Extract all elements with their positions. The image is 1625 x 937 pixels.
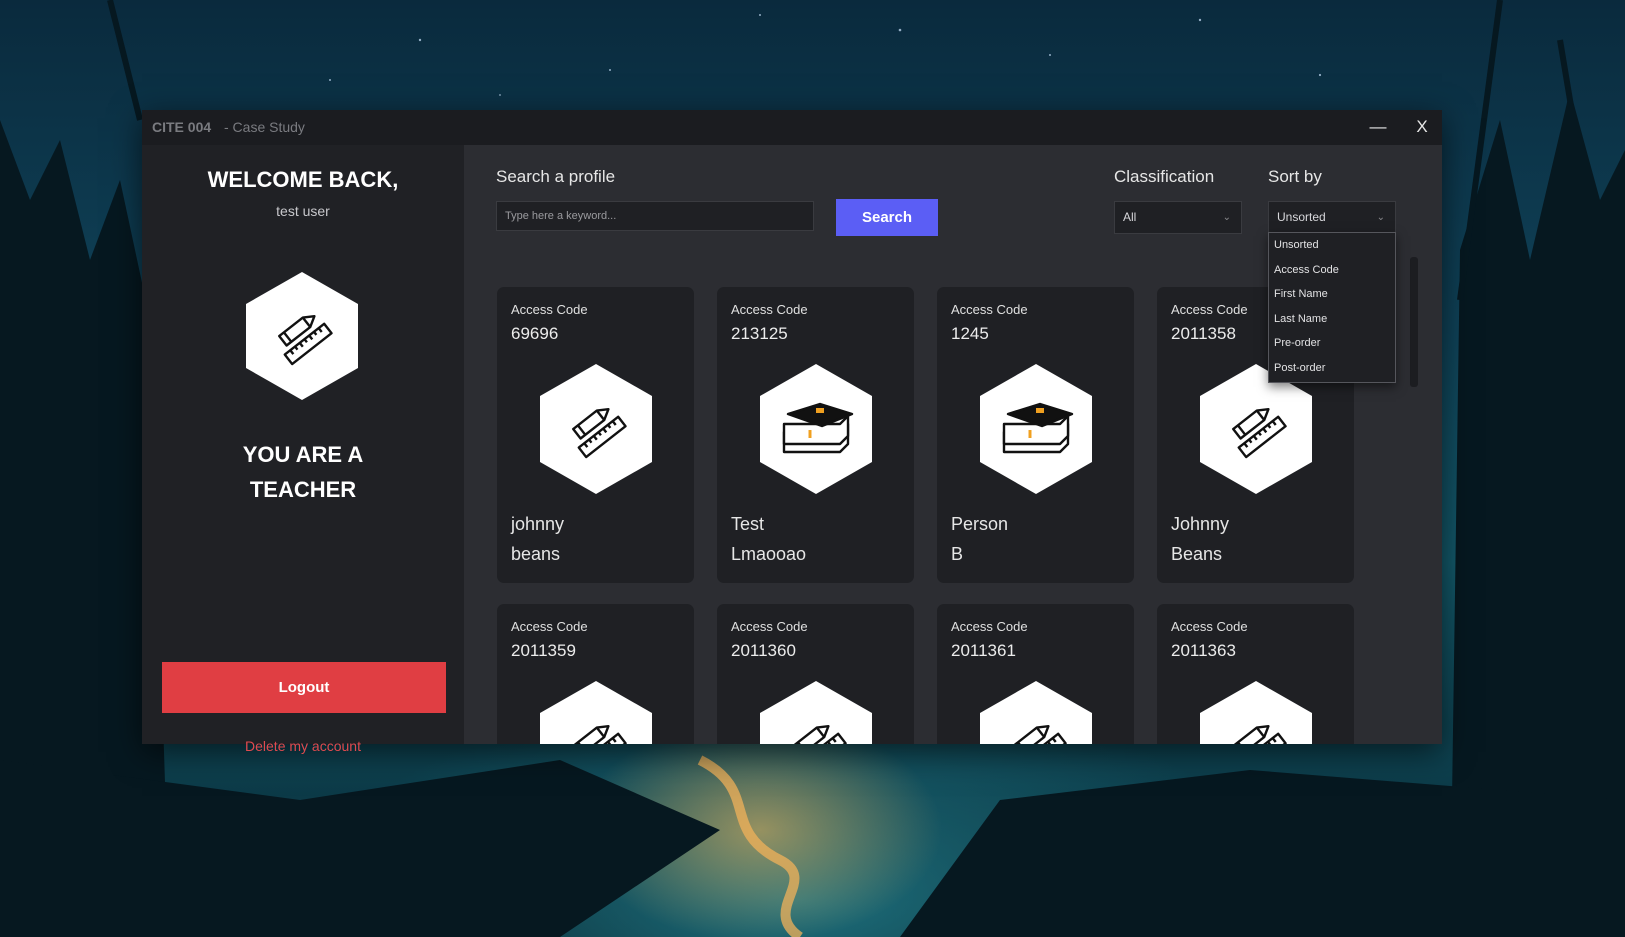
chevron-down-icon: ⌄ <box>1376 212 1385 223</box>
access-code-value: 213125 <box>731 324 788 343</box>
sort-option-first-name[interactable]: First Name <box>1269 282 1395 307</box>
sort-value: Unsorted <box>1277 210 1326 224</box>
access-code-label: Access Code <box>951 619 1028 634</box>
sort-select[interactable]: Unsorted ⌄ <box>1268 201 1396 234</box>
books-icon <box>980 364 1092 494</box>
title-bar[interactable]: CITE 004 - Case Study — X <box>142 110 1442 145</box>
profile-card[interactable]: Access Code 2011361 <box>937 604 1134 744</box>
sort-label: Sort by <box>1268 167 1322 186</box>
access-code-value: 69696 <box>511 324 559 343</box>
sort-option-post-order[interactable]: Post-order <box>1269 356 1395 381</box>
role-line-1: YOU ARE A <box>242 442 364 467</box>
pencil-ruler-icon <box>246 272 358 400</box>
last-name: Beans <box>1171 544 1223 564</box>
profile-card[interactable]: Access Code 1245 Person B <box>937 287 1134 583</box>
first-name: johnny <box>511 514 565 534</box>
pencil-ruler-icon <box>980 681 1092 744</box>
access-code-value: 2011359 <box>511 641 576 660</box>
access-code-label: Access Code <box>951 302 1028 317</box>
sort-dropdown-menu: Unsorted Access Code First Name Last Nam… <box>1268 232 1396 383</box>
app-window: CITE 004 - Case Study — X WELCOME BACK, … <box>142 110 1442 754</box>
first-name: Test <box>731 514 765 534</box>
app-subtitle: - Case Study <box>224 119 305 135</box>
welcome-heading: WELCOME BACK, <box>207 167 399 192</box>
pencil-ruler-icon <box>1200 681 1312 744</box>
access-code-label: Access Code <box>1171 619 1248 634</box>
access-code-label: Access Code <box>511 619 588 634</box>
search-label: Search a profile <box>496 167 616 186</box>
access-code-value: 2011360 <box>731 641 796 660</box>
sort-option-access-code[interactable]: Access Code <box>1269 258 1395 283</box>
close-button[interactable]: X <box>1404 113 1440 141</box>
profile-card[interactable]: Access Code 2011363 <box>1157 604 1354 744</box>
app-name: CITE 004 <box>152 119 212 135</box>
delete-account-link[interactable]: Delete my account <box>142 738 464 754</box>
scrollbar[interactable] <box>1410 257 1418 387</box>
access-code-value: 2011361 <box>951 641 1016 660</box>
access-code-label: Access Code <box>1171 302 1248 317</box>
search-button[interactable]: Search <box>836 199 938 236</box>
profile-card[interactable]: Access Code 2011360 <box>717 604 914 744</box>
access-code-label: Access Code <box>511 302 588 317</box>
books-icon <box>760 364 872 494</box>
last-name: B <box>951 544 964 564</box>
role-line-2: TEACHER <box>249 477 357 502</box>
first-name: Person <box>951 514 1009 534</box>
search-input[interactable] <box>496 201 814 231</box>
pencil-ruler-icon <box>540 364 652 494</box>
classification-value: All <box>1123 210 1137 224</box>
minimize-button[interactable]: — <box>1360 113 1396 141</box>
logout-button[interactable]: Logout <box>162 662 446 713</box>
last-name: beans <box>511 544 561 564</box>
profile-card[interactable]: Access Code 213125 Test Lmaooao <box>717 287 914 583</box>
chevron-down-icon: ⌄ <box>1222 212 1231 223</box>
pencil-ruler-icon <box>760 681 872 744</box>
profile-card[interactable]: Access Code 69696 johnny beans <box>497 287 694 583</box>
sort-option-last-name[interactable]: Last Name <box>1269 307 1395 332</box>
sort-option-unsorted[interactable]: Unsorted <box>1269 233 1395 258</box>
sort-option-pre-order[interactable]: Pre-order <box>1269 331 1395 356</box>
last-name: Lmaooao <box>731 544 807 564</box>
role-label: YOU ARE A TEACHER <box>202 437 404 507</box>
pencil-ruler-icon <box>540 681 652 744</box>
classification-select[interactable]: All ⌄ <box>1114 201 1242 234</box>
sidebar: WELCOME BACK, test user YOU ARE A TEACHE… <box>142 145 464 754</box>
pencil-ruler-icon <box>1200 364 1312 494</box>
access-code-value: 2011358 <box>1171 324 1236 343</box>
first-name: Johnny <box>1171 514 1230 534</box>
profile-card[interactable]: Access Code 2011359 <box>497 604 694 744</box>
access-code-value: 2011363 <box>1171 641 1236 660</box>
access-code-label: Access Code <box>731 302 808 317</box>
access-code-value: 1245 <box>951 324 989 343</box>
access-code-label: Access Code <box>731 619 808 634</box>
classification-label: Classification <box>1114 167 1215 186</box>
username: test user <box>276 203 330 219</box>
